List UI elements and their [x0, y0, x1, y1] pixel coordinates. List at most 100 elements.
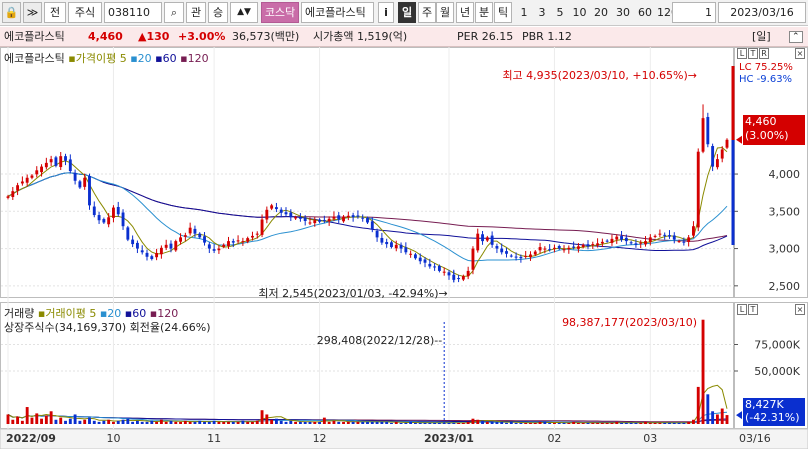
price-ma120-label: ▪120 [180, 52, 209, 65]
candle-body [490, 235, 494, 245]
volume-bar [49, 411, 53, 424]
x-tick-label: 12 [313, 432, 327, 445]
candle-body [653, 235, 657, 237]
candle-body [366, 218, 369, 223]
candle-body [500, 248, 504, 253]
candle-body [20, 181, 24, 184]
candle-body [83, 177, 87, 187]
price-tick-label: 3,000 [769, 243, 801, 256]
volume-bar [471, 418, 475, 424]
price-panel-mark-l[interactable]: L [737, 48, 747, 59]
candle-body [495, 246, 499, 249]
volume-bar [92, 420, 96, 424]
candle-body [682, 241, 686, 243]
candle-body [59, 156, 63, 168]
shares-info: 상장주식수(34,169,370) 회전율(24.66%) [4, 321, 211, 334]
volume-max-annotation: 98,387,177(2023/03/10) [562, 316, 697, 329]
price-panel-title: 에코플라스틱 [4, 52, 65, 65]
candle-body [418, 257, 422, 262]
volume-bar [696, 386, 700, 424]
volume-bar [68, 418, 72, 424]
candle-body [313, 220, 317, 224]
candle-body [466, 270, 470, 277]
volume-tag: 8,427K (-42.31%) [743, 398, 805, 426]
candle-body [188, 227, 192, 234]
candle-body [112, 207, 115, 218]
candle-body [284, 212, 288, 215]
volume-bar [251, 421, 254, 424]
x-tick-label: 10 [106, 432, 120, 445]
volume-ma120-label: ▪120 [149, 307, 179, 320]
volume-panel-mark-t[interactable]: T [748, 304, 758, 315]
volume-panel-mark-l[interactable]: L [737, 304, 747, 315]
candle-body [279, 209, 283, 213]
price-ma120-line [7, 172, 728, 242]
volume-bar [361, 421, 365, 424]
candle-body [150, 256, 154, 259]
volume-bar [390, 422, 393, 424]
candle-body [725, 139, 729, 148]
volume-tag-pct: (-42.31%) [745, 411, 800, 424]
volume-bar [629, 422, 633, 424]
volume-bar [121, 419, 125, 424]
candle-body [212, 249, 216, 251]
volume-bar [505, 422, 508, 424]
price-panel-mark-r[interactable]: R [759, 48, 769, 59]
candle-body [423, 259, 427, 263]
volume-panel-close-icon[interactable]: × [795, 304, 805, 315]
candle-body [97, 215, 101, 221]
volume-bar [20, 420, 24, 424]
candle-body [505, 251, 508, 254]
price-tick-label: 4,000 [769, 168, 801, 181]
candle-body [687, 237, 691, 243]
volume-bar [241, 420, 245, 424]
price-tick-label: 2,500 [769, 280, 801, 293]
candle-body [107, 217, 111, 225]
volume-bar [615, 421, 619, 424]
candle-body [135, 242, 139, 249]
candle-body [145, 252, 149, 257]
price-panel-mark-t[interactable]: T [748, 48, 758, 59]
volume-bar [83, 419, 87, 424]
volume-bar [399, 422, 403, 424]
candle-body [88, 175, 91, 206]
candle-body [164, 244, 168, 248]
candle-body [64, 156, 67, 161]
volume-bar [692, 419, 695, 424]
volume-ma-label: ▪거래이평 5 [37, 307, 97, 320]
candle-body [270, 205, 274, 209]
price-ma-label: ▪가격이평 5 [68, 52, 127, 65]
volume-bar [447, 422, 451, 424]
volume-bar [159, 419, 163, 424]
price-panel-close-icon[interactable]: × [795, 48, 805, 59]
volume-bar [663, 422, 667, 424]
candle-body [126, 227, 130, 240]
candle-body [519, 256, 523, 259]
candle-body [658, 233, 662, 235]
candle-body [409, 253, 413, 255]
volume-bar [514, 422, 518, 424]
candle-body [155, 253, 159, 258]
candle-body [289, 212, 293, 218]
candle-body [471, 248, 475, 270]
volume-bar [509, 421, 513, 424]
volume-bar [270, 419, 274, 424]
volume-bar [572, 421, 576, 424]
candle-body [529, 254, 532, 258]
volume-bar [64, 420, 67, 424]
price-ma20-label: ▪20 [130, 52, 152, 65]
volume-bar [236, 421, 240, 424]
volume-bar [366, 421, 369, 424]
candle-body [605, 240, 609, 242]
chart-canvas[interactable]: 2,500 3,000 3,500 4,000 50,000K 75,000K 2022/0… [0, 0, 808, 449]
candle-body [78, 181, 82, 188]
candle-body [380, 237, 384, 243]
candle-body [198, 233, 202, 238]
price-ma5-line [7, 146, 728, 277]
candle-body [442, 271, 446, 273]
candle-body [715, 159, 719, 168]
volume-bar [318, 421, 322, 424]
candle-body [581, 244, 585, 247]
volume-panel-legend: 거래량 ▪거래이평 5 ▪20 ▪60 ▪120 [4, 307, 178, 321]
volume-bar [327, 421, 331, 424]
